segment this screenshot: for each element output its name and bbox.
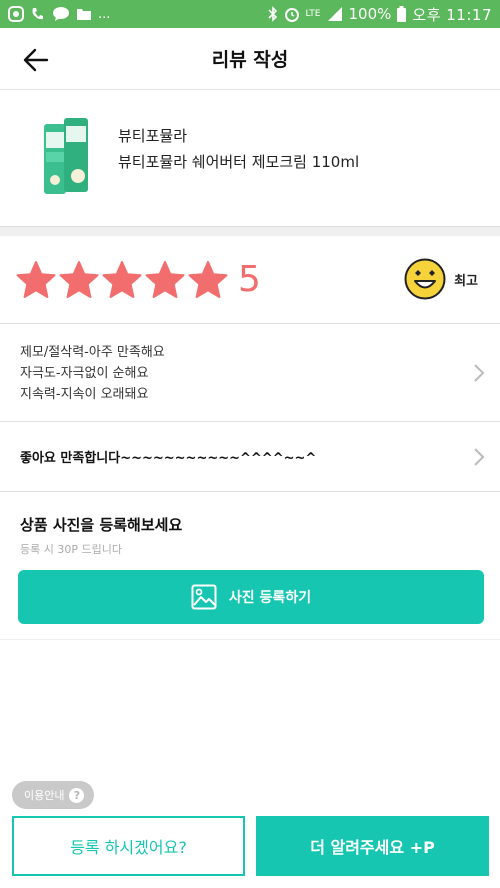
chevron-right-icon	[474, 364, 485, 382]
grinning-face-icon	[404, 258, 446, 300]
star-rating[interactable]	[16, 260, 228, 300]
bluetooth-icon	[267, 6, 277, 22]
photo-title: 상품 사진을 등록해보세요	[20, 516, 183, 534]
evaluation-row[interactable]: 제모/절삭력-아주 만족해요 자극도-자극없이 순해요 지속력-지속이 오래돼요	[0, 324, 500, 422]
tell-more-label: 더 알려주세요 +P	[310, 838, 435, 857]
usage-guide-label: 이용안내	[24, 789, 65, 802]
evaluation-line: 제모/절삭력-아주 만족해요	[20, 345, 165, 360]
comment-row[interactable]: 좋아요 만족합니다~~~~~~~~~~~^^^^~~^	[0, 422, 500, 492]
rating-emoji-group: 최고	[404, 258, 478, 300]
page-title: 리뷰 작성	[211, 49, 289, 71]
section-divider	[0, 226, 500, 236]
submit-label: 등록 하시겠어요?	[70, 838, 187, 857]
status-time: 오후 11:17	[412, 5, 492, 24]
chevron-right-icon	[474, 448, 485, 466]
image-icon	[191, 584, 217, 610]
signal-icon	[327, 7, 342, 21]
star-icon[interactable]	[102, 260, 142, 300]
photo-section: 상품 사진을 등록해보세요 등록 시 30P 드립니다 사진 등록하기	[0, 492, 500, 640]
folder-icon	[77, 9, 91, 20]
product-info: 뷰티포뮬라 뷰티포뮬라 쉐어버터 제모크림 110ml	[118, 123, 359, 175]
photo-upload-label: 사진 등록하기	[228, 590, 312, 606]
more-dots: ...	[98, 6, 111, 22]
tell-more-button[interactable]: 더 알려주세요 +P	[256, 816, 489, 876]
status-bar: ... LTE 100% 오후 11:17	[0, 0, 500, 28]
status-right-icons: LTE 100% 오후 11:17	[267, 4, 492, 25]
product-name: 뷰티포뮬라 쉐어버터 제모크림 110ml	[118, 153, 360, 171]
arrow-left-icon	[23, 48, 49, 72]
usage-guide-button[interactable]: 이용안내 ?	[12, 781, 95, 809]
rating-row: 5 최고	[0, 236, 500, 324]
alarm-icon	[284, 8, 299, 22]
review-comment: 좋아요 만족합니다~~~~~~~~~~~^^^^~~^	[20, 451, 317, 466]
star-icon[interactable]	[59, 260, 99, 300]
back-button[interactable]	[20, 44, 52, 76]
product-brand: 뷰티포뮬라	[118, 127, 188, 145]
rating-caption: 최고	[454, 273, 478, 289]
phone-app-icon	[8, 6, 24, 22]
rating-score: 5	[238, 259, 261, 300]
battery-icon	[397, 6, 407, 22]
star-icon[interactable]	[188, 260, 228, 300]
star-icon[interactable]	[16, 260, 56, 300]
talk-icon	[53, 7, 69, 21]
status-left-icons: ...	[8, 6, 110, 22]
product-card: 뷰티포뮬라 뷰티포뮬라 쉐어버터 제모크림 110ml	[0, 90, 500, 226]
evaluation-line: 지속력-지속이 오래돼요	[20, 387, 149, 402]
app-header: 리뷰 작성	[0, 28, 500, 90]
photo-subtitle: 등록 시 30P 드립니다	[20, 543, 122, 556]
evaluation-line: 자극도-자극없이 순해요	[20, 366, 149, 381]
help-icon: ?	[69, 787, 85, 803]
star-icon[interactable]	[145, 260, 185, 300]
battery-text: 100%	[348, 5, 392, 23]
lte-icon: LTE	[305, 8, 321, 19]
product-image	[38, 118, 94, 198]
photo-upload-button[interactable]: 사진 등록하기	[18, 570, 484, 624]
missed-call-icon	[32, 8, 43, 20]
submit-button[interactable]: 등록 하시겠어요?	[12, 816, 245, 876]
